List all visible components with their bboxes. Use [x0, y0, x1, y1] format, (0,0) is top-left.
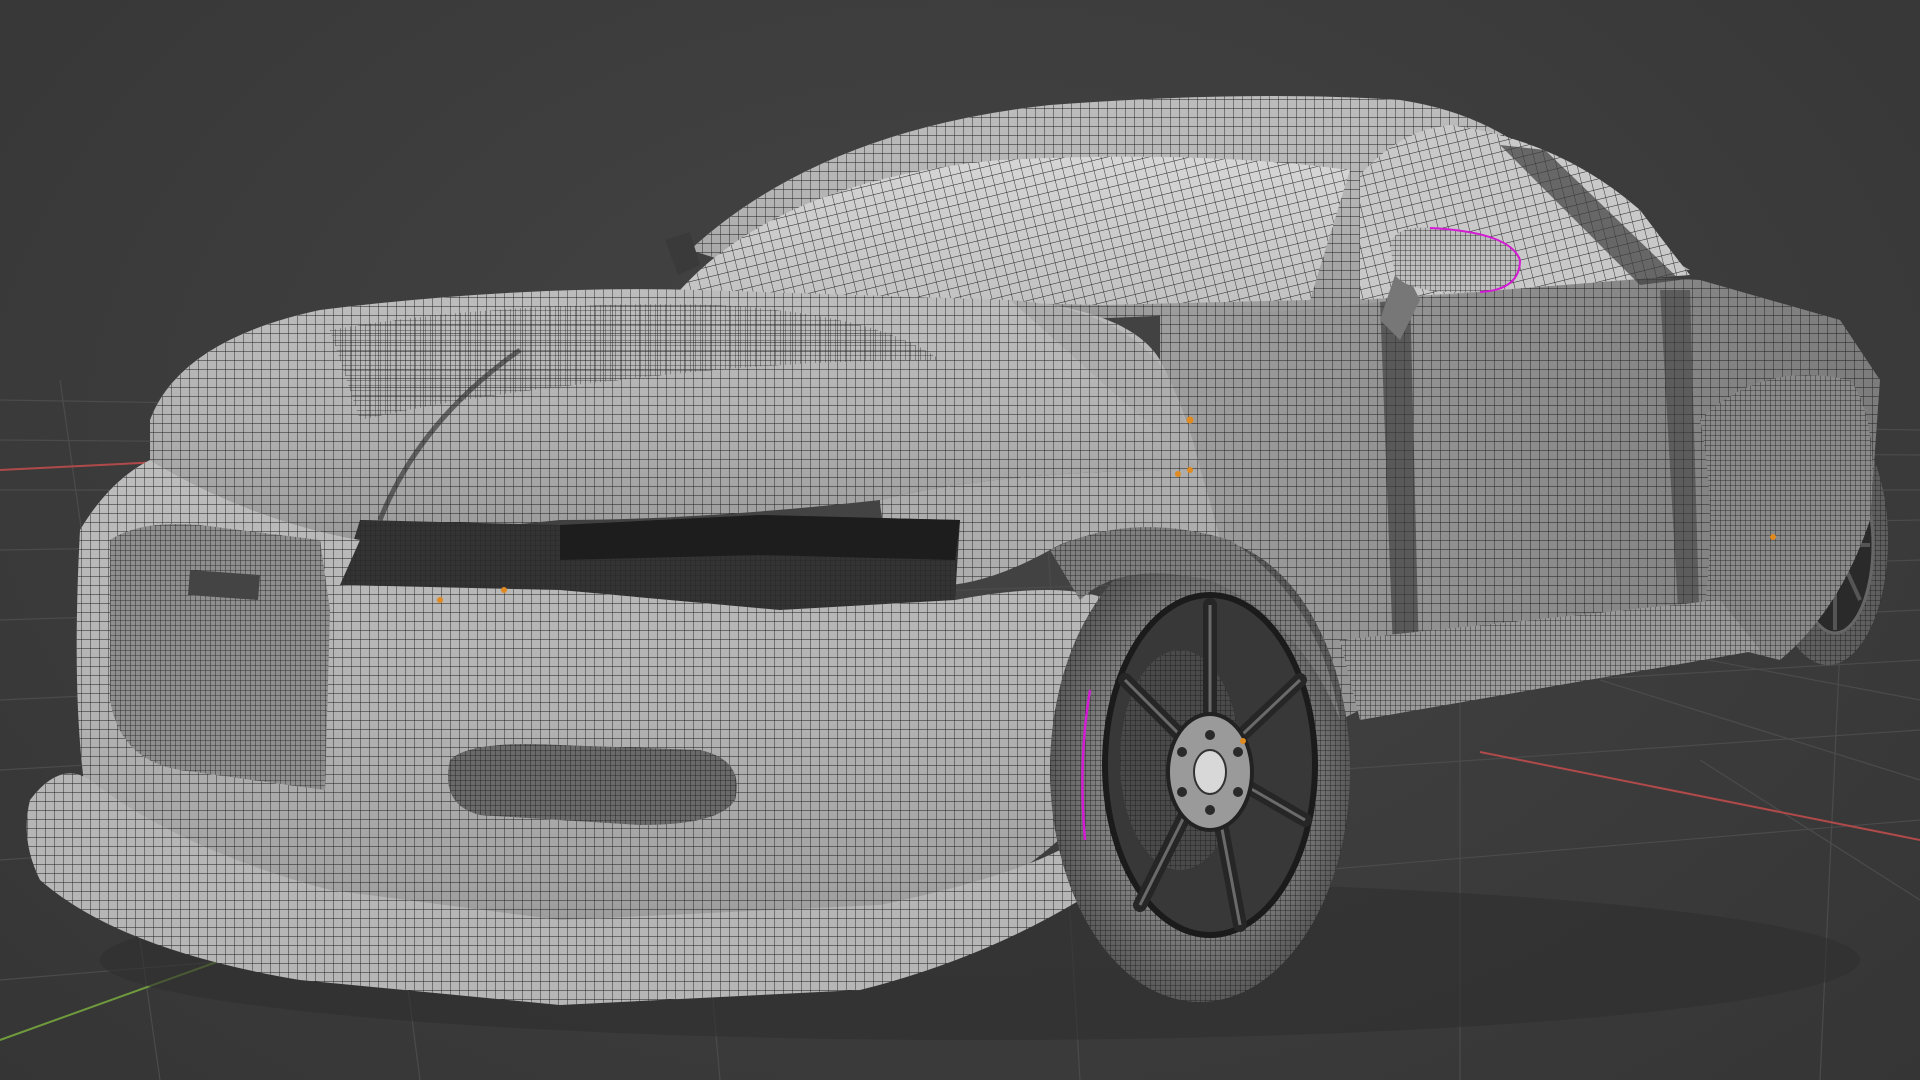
3d-viewport[interactable]: [0, 0, 1920, 1080]
viewport-canvas[interactable]: [0, 0, 1920, 1080]
grille-emblem: [188, 570, 260, 600]
front-wheel: [1050, 538, 1350, 1002]
x-axis-line-right: [1479, 751, 1920, 841]
far-mirror: [665, 232, 700, 275]
car-mesh[interactable]: [26, 96, 1888, 1005]
